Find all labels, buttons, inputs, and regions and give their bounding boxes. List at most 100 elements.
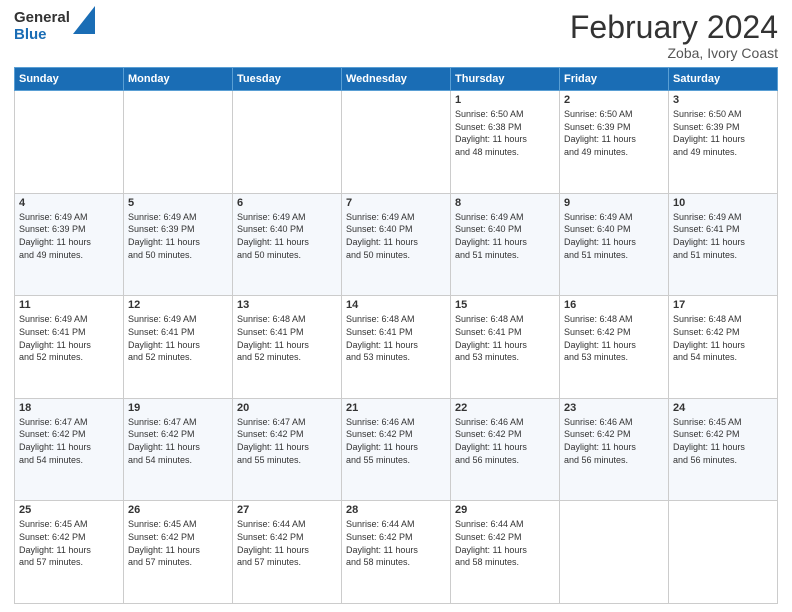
day-info: Sunrise: 6:49 AM Sunset: 6:39 PM Dayligh… bbox=[19, 211, 119, 261]
day-number: 16 bbox=[564, 299, 664, 311]
day-info: Sunrise: 6:50 AM Sunset: 6:38 PM Dayligh… bbox=[455, 108, 555, 158]
calendar-cell: 5 Sunrise: 6:49 AM Sunset: 6:39 PM Daylig… bbox=[124, 193, 233, 296]
calendar-cell: 9 Sunrise: 6:49 AM Sunset: 6:40 PM Daylig… bbox=[560, 193, 669, 296]
calendar-body: 1 Sunrise: 6:50 AM Sunset: 6:38 PM Daylig… bbox=[15, 91, 778, 604]
calendar-cell: 13 Sunrise: 6:48 AM Sunset: 6:41 PM Dayli… bbox=[233, 296, 342, 399]
weekday-header-cell: Monday bbox=[124, 68, 233, 91]
day-number: 17 bbox=[673, 299, 773, 311]
page: General Blue February 2024 Zoba, Ivory C… bbox=[0, 0, 792, 612]
calendar-cell: 27 Sunrise: 6:44 AM Sunset: 6:42 PM Dayli… bbox=[233, 501, 342, 604]
day-number: 23 bbox=[564, 402, 664, 414]
day-number: 12 bbox=[128, 299, 228, 311]
weekday-header-cell: Friday bbox=[560, 68, 669, 91]
calendar-cell: 29 Sunrise: 6:44 AM Sunset: 6:42 PM Dayli… bbox=[451, 501, 560, 604]
day-info: Sunrise: 6:49 AM Sunset: 6:40 PM Dayligh… bbox=[564, 211, 664, 261]
day-info: Sunrise: 6:48 AM Sunset: 6:41 PM Dayligh… bbox=[346, 313, 446, 363]
calendar-cell: 28 Sunrise: 6:44 AM Sunset: 6:42 PM Dayli… bbox=[342, 501, 451, 604]
calendar-cell: 20Sunrise: 6:47 AM Sunset: 6:42 PM Dayli… bbox=[233, 398, 342, 501]
day-number: 8 bbox=[455, 197, 555, 209]
calendar-week-row: 18 Sunrise: 6:47 AM Sunset: 6:42 PM Dayli… bbox=[15, 398, 778, 501]
calendar-cell: 15Sunrise: 6:48 AM Sunset: 6:41 PM Dayli… bbox=[451, 296, 560, 399]
day-info: Sunrise: 6:49 AM Sunset: 6:40 PM Dayligh… bbox=[455, 211, 555, 261]
day-info: Sunrise: 6:49 AM Sunset: 6:40 PM Dayligh… bbox=[237, 211, 337, 261]
logo: General Blue bbox=[14, 10, 95, 43]
day-number: 28 bbox=[346, 504, 446, 516]
day-number: 22 bbox=[455, 402, 555, 414]
logo-icon bbox=[73, 6, 95, 34]
calendar-cell: 6Sunrise: 6:49 AM Sunset: 6:40 PM Daylig… bbox=[233, 193, 342, 296]
calendar-cell: 17 Sunrise: 6:48 AM Sunset: 6:42 PM Dayli… bbox=[669, 296, 778, 399]
title-section: February 2024 Zoba, Ivory Coast bbox=[570, 10, 778, 61]
calendar-cell: 16 Sunrise: 6:48 AM Sunset: 6:42 PM Dayli… bbox=[560, 296, 669, 399]
day-info: Sunrise: 6:46 AM Sunset: 6:42 PM Dayligh… bbox=[455, 416, 555, 466]
calendar-cell: 7 Sunrise: 6:49 AM Sunset: 6:40 PM Daylig… bbox=[342, 193, 451, 296]
day-info: Sunrise: 6:48 AM Sunset: 6:41 PM Dayligh… bbox=[237, 313, 337, 363]
calendar-cell bbox=[124, 91, 233, 194]
calendar-cell: 11 Sunrise: 6:49 AM Sunset: 6:41 PM Dayli… bbox=[15, 296, 124, 399]
day-number: 24 bbox=[673, 402, 773, 414]
day-number: 18 bbox=[19, 402, 119, 414]
calendar-cell: 26 Sunrise: 6:45 AM Sunset: 6:42 PM Dayli… bbox=[124, 501, 233, 604]
day-number: 27 bbox=[237, 504, 337, 516]
calendar-table: SundayMondayTuesdayWednesdayThursdayFrid… bbox=[14, 67, 778, 604]
calendar-cell bbox=[669, 501, 778, 604]
day-info: Sunrise: 6:50 AM Sunset: 6:39 PM Dayligh… bbox=[673, 108, 773, 158]
calendar-cell: 3 Sunrise: 6:50 AM Sunset: 6:39 PM Daylig… bbox=[669, 91, 778, 194]
calendar-cell bbox=[560, 501, 669, 604]
calendar-week-row: 11 Sunrise: 6:49 AM Sunset: 6:41 PM Dayli… bbox=[15, 296, 778, 399]
day-number: 26 bbox=[128, 504, 228, 516]
day-info: Sunrise: 6:44 AM Sunset: 6:42 PM Dayligh… bbox=[237, 518, 337, 568]
header: General Blue February 2024 Zoba, Ivory C… bbox=[14, 10, 778, 61]
day-number: 9 bbox=[564, 197, 664, 209]
calendar-cell: 8 Sunrise: 6:49 AM Sunset: 6:40 PM Daylig… bbox=[451, 193, 560, 296]
day-number: 29 bbox=[455, 504, 555, 516]
day-number: 7 bbox=[346, 197, 446, 209]
day-number: 3 bbox=[673, 94, 773, 106]
calendar-cell: 14 Sunrise: 6:48 AM Sunset: 6:41 PM Dayli… bbox=[342, 296, 451, 399]
day-info: Sunrise: 6:46 AM Sunset: 6:42 PM Dayligh… bbox=[346, 416, 446, 466]
day-info: Sunrise: 6:44 AM Sunset: 6:42 PM Dayligh… bbox=[455, 518, 555, 568]
logo-text: General Blue bbox=[14, 10, 70, 43]
day-info: Sunrise: 6:47 AM Sunset: 6:42 PM Dayligh… bbox=[128, 416, 228, 466]
day-info: Sunrise: 6:49 AM Sunset: 6:41 PM Dayligh… bbox=[128, 313, 228, 363]
day-number: 11 bbox=[19, 299, 119, 311]
calendar-week-row: 25Sunrise: 6:45 AM Sunset: 6:42 PM Dayli… bbox=[15, 501, 778, 604]
logo-general-text: General bbox=[14, 10, 70, 27]
day-info: Sunrise: 6:50 AM Sunset: 6:39 PM Dayligh… bbox=[564, 108, 664, 158]
calendar-cell: 12 Sunrise: 6:49 AM Sunset: 6:41 PM Dayli… bbox=[124, 296, 233, 399]
day-number: 10 bbox=[673, 197, 773, 209]
day-number: 4 bbox=[19, 197, 119, 209]
calendar-cell: 1 Sunrise: 6:50 AM Sunset: 6:38 PM Daylig… bbox=[451, 91, 560, 194]
day-info: Sunrise: 6:49 AM Sunset: 6:41 PM Dayligh… bbox=[19, 313, 119, 363]
calendar-cell: 10 Sunrise: 6:49 AM Sunset: 6:41 PM Dayli… bbox=[669, 193, 778, 296]
day-info: Sunrise: 6:44 AM Sunset: 6:42 PM Dayligh… bbox=[346, 518, 446, 568]
day-number: 1 bbox=[455, 94, 555, 106]
calendar-cell bbox=[342, 91, 451, 194]
day-number: 14 bbox=[346, 299, 446, 311]
weekday-header-cell: Sunday bbox=[15, 68, 124, 91]
calendar-cell bbox=[15, 91, 124, 194]
day-number: 5 bbox=[128, 197, 228, 209]
day-number: 19 bbox=[128, 402, 228, 414]
day-info: Sunrise: 6:49 AM Sunset: 6:39 PM Dayligh… bbox=[128, 211, 228, 261]
calendar-cell: 2 Sunrise: 6:50 AM Sunset: 6:39 PM Daylig… bbox=[560, 91, 669, 194]
calendar-cell: 19 Sunrise: 6:47 AM Sunset: 6:42 PM Dayli… bbox=[124, 398, 233, 501]
day-info: Sunrise: 6:49 AM Sunset: 6:41 PM Dayligh… bbox=[673, 211, 773, 261]
weekday-header-cell: Wednesday bbox=[342, 68, 451, 91]
day-number: 13 bbox=[237, 299, 337, 311]
subtitle: Zoba, Ivory Coast bbox=[570, 45, 778, 61]
calendar-cell bbox=[233, 91, 342, 194]
day-info: Sunrise: 6:46 AM Sunset: 6:42 PM Dayligh… bbox=[564, 416, 664, 466]
day-info: Sunrise: 6:48 AM Sunset: 6:41 PM Dayligh… bbox=[455, 313, 555, 363]
day-number: 21 bbox=[346, 402, 446, 414]
calendar-cell: 25Sunrise: 6:45 AM Sunset: 6:42 PM Dayli… bbox=[15, 501, 124, 604]
calendar-cell: 21 Sunrise: 6:46 AM Sunset: 6:42 PM Dayli… bbox=[342, 398, 451, 501]
day-info: Sunrise: 6:45 AM Sunset: 6:42 PM Dayligh… bbox=[128, 518, 228, 568]
day-info: Sunrise: 6:49 AM Sunset: 6:40 PM Dayligh… bbox=[346, 211, 446, 261]
day-number: 2 bbox=[564, 94, 664, 106]
calendar-week-row: 4 Sunrise: 6:49 AM Sunset: 6:39 PM Daylig… bbox=[15, 193, 778, 296]
day-info: Sunrise: 6:48 AM Sunset: 6:42 PM Dayligh… bbox=[564, 313, 664, 363]
day-info: Sunrise: 6:48 AM Sunset: 6:42 PM Dayligh… bbox=[673, 313, 773, 363]
calendar-cell: 4 Sunrise: 6:49 AM Sunset: 6:39 PM Daylig… bbox=[15, 193, 124, 296]
month-title: February 2024 bbox=[570, 10, 778, 45]
